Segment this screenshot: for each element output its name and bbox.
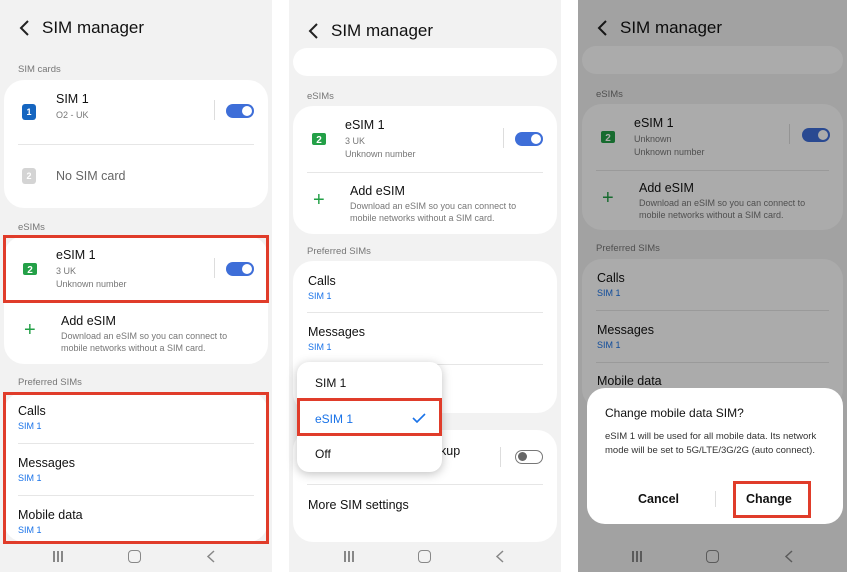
sim2-row: 2 No SIM card — [4, 146, 268, 208]
calls-row[interactable]: Calls SIM 1 — [293, 261, 557, 311]
toggle-separator — [503, 128, 504, 148]
section-preferred-sims: Preferred SIMs — [307, 246, 371, 257]
section-esims: eSIMs — [307, 91, 334, 102]
sim1-title: SIM 1 — [56, 92, 89, 106]
home-icon[interactable] — [418, 550, 431, 563]
esim-chip-icon: 2 — [312, 133, 326, 146]
back-arrow-icon[interactable] — [307, 21, 321, 41]
page-title: SIM manager — [331, 21, 434, 40]
esim1-option-highlight — [297, 398, 442, 436]
sim-cards-card-scrolled — [293, 48, 557, 76]
dialog-title: Change mobile data SIM? — [605, 406, 744, 420]
section-esims: eSIMs — [18, 222, 45, 233]
add-esim-description: Download an eSIM so you can connect to m… — [350, 201, 517, 223]
section-sim-cards: SIM cards — [18, 64, 61, 75]
sim1-carrier: O2 - UK — [56, 110, 89, 120]
plus-icon: + — [313, 189, 325, 211]
dropdown-option-sim1[interactable]: SIM 1 — [315, 376, 346, 390]
recent-apps-icon[interactable] — [52, 551, 64, 562]
sim-cards-card: 1 SIM 1 O2 - UK 2 No SIM card — [4, 80, 268, 208]
preferred-sims-highlight — [3, 392, 269, 544]
back-arrow-icon[interactable] — [18, 18, 32, 38]
more-sim-settings-row[interactable]: More SIM settings — [293, 486, 557, 526]
dialog-body: eSIM 1 will be used for all mobile data.… — [605, 431, 817, 456]
add-esim-title: Add eSIM — [350, 184, 405, 198]
esim1-carrier: 3 UK — [345, 136, 366, 146]
nav-back-icon[interactable] — [495, 550, 505, 563]
screen-2: SIM manager eSIMs 2 eSIM 1 3 UK Unknown … — [289, 0, 561, 572]
app-header: SIM manager — [0, 0, 272, 56]
add-esim-row[interactable]: + Add eSIM Download an eSIM so you can c… — [4, 304, 268, 364]
data-backup-toggle[interactable] — [515, 450, 543, 464]
page-title: SIM manager — [42, 18, 145, 37]
recent-apps-icon[interactable] — [343, 551, 355, 562]
data-backup-label-partial: kup — [440, 444, 461, 458]
esim1-title: eSIM 1 — [345, 118, 385, 132]
svg-text:2: 2 — [316, 135, 322, 146]
esim1-row[interactable]: 2 eSIM 1 3 UK Unknown number — [293, 106, 557, 170]
messages-value: SIM 1 — [308, 342, 332, 352]
change-button-highlight — [733, 481, 811, 518]
sim1-toggle[interactable] — [226, 104, 254, 118]
esim1-number: Unknown number — [345, 149, 416, 159]
esim1-highlight — [3, 235, 269, 303]
calls-value: SIM 1 — [308, 291, 332, 301]
divider — [18, 144, 254, 145]
toggle-separator — [214, 100, 215, 120]
calls-label: Calls — [308, 274, 336, 288]
dropdown-option-off[interactable]: Off — [315, 447, 331, 461]
toggle-separator — [500, 447, 501, 467]
sim-card-icon: 1 — [22, 104, 36, 120]
section-preferred-sims: Preferred SIMs — [18, 377, 82, 388]
divider — [307, 484, 543, 485]
button-separator — [715, 491, 716, 507]
add-esim-description: Download an eSIM so you can connect to m… — [61, 331, 228, 353]
plus-icon: + — [24, 319, 36, 341]
divider — [307, 172, 543, 173]
cancel-button[interactable]: Cancel — [638, 492, 679, 506]
add-esim-row[interactable]: + Add eSIM Download an eSIM so you can c… — [293, 174, 557, 234]
add-esim-title: Add eSIM — [61, 314, 116, 328]
empty-sim-icon: 2 — [22, 168, 36, 184]
navigation-bar — [289, 538, 561, 572]
messages-label: Messages — [308, 325, 365, 339]
nav-back-icon[interactable] — [206, 550, 216, 563]
home-icon[interactable] — [128, 550, 141, 563]
no-sim-label: No SIM card — [56, 169, 126, 183]
more-sim-settings-label: More SIM settings — [308, 498, 409, 512]
sim1-row[interactable]: 1 SIM 1 O2 - UK — [4, 80, 268, 142]
esims-card: 2 eSIM 1 3 UK Unknown number + Add eSIM … — [293, 106, 557, 234]
esim1-toggle[interactable] — [515, 132, 543, 146]
messages-row[interactable]: Messages SIM 1 — [293, 313, 557, 363]
